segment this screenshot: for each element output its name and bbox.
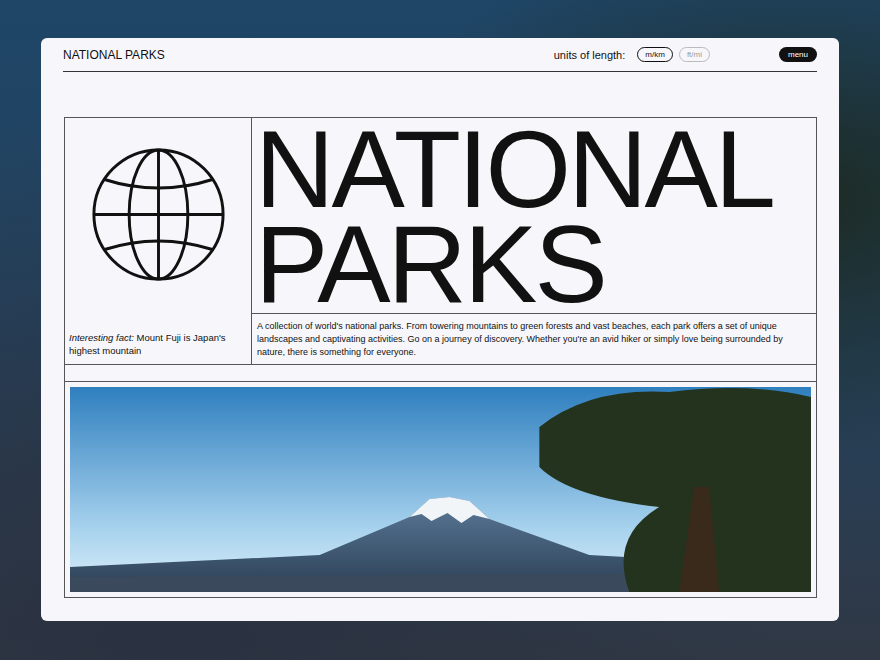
globe-icon (90, 146, 227, 283)
hero-main: NATIONAL PARKSA collection of world's na… (252, 118, 816, 364)
divider-row (65, 364, 816, 381)
page-background: NATIONAL PARKSunits of length:m/kmft/mim… (0, 0, 880, 660)
menu-button[interactable]: menu (779, 47, 817, 62)
unit-option[interactable]: ft/mi (679, 47, 710, 62)
unit-option[interactable]: m/km (637, 47, 673, 62)
interesting-fact: Interesting fact: Mount Fuji is Japan's … (65, 331, 251, 364)
mount-fuji-photo (70, 387, 811, 592)
units-label: units of length: (554, 49, 626, 61)
hero-grid: Interesting fact: Mount Fuji is Japan's … (65, 118, 816, 364)
hero-title: NATIONAL PARKS (252, 118, 816, 313)
top-bar: NATIONAL PARKSunits of length: m/km ft/mi m… (63, 38, 817, 72)
photo-frame (65, 381, 816, 597)
site-title[interactable]: NATIONAL PARKS (63, 48, 554, 62)
hero-side: Interesting fact: Mount Fuji is Japan's … (65, 118, 252, 364)
main-card: NATIONAL PARKSunits of length:m/kmft/mim… (41, 38, 839, 621)
hero-frame: Interesting fact: Mount Fuji is Japan's … (64, 117, 817, 598)
hero-description: A collection of world's national parks. … (252, 313, 816, 364)
fact-label: Interesting fact: (69, 332, 134, 343)
units-switch: units of length: m/km ft/mi (554, 47, 710, 62)
